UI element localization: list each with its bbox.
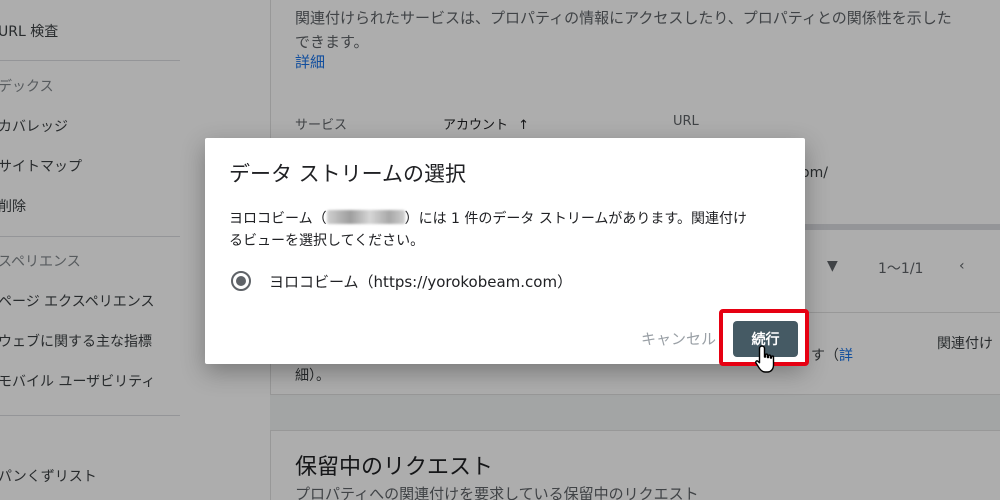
redacted-account-name (326, 210, 405, 224)
dialog-body-line-2: るビューを選択してください。 (229, 233, 425, 249)
data-stream-dialog: データ ストリームの選択 ヨロコビーム（ ）には 1 件のデータ ストリームがあり… (205, 138, 805, 364)
radio-selected-dot (236, 276, 246, 286)
radio-button[interactable] (231, 271, 251, 291)
dialog-body-suffix: ）には 1 件のデータ ストリームがあります。関連付け (404, 211, 748, 227)
dialog-title: データ ストリームの選択 (229, 162, 467, 186)
stream-option-label[interactable]: ヨロコビーム（https://yorokobeam.com） (269, 271, 572, 292)
dialog-body-prefix: ヨロコビーム（ (229, 211, 327, 227)
stream-option[interactable]: ヨロコビーム（https://yorokobeam.com） (231, 268, 572, 294)
hand-pointer-icon (755, 345, 775, 373)
cancel-button[interactable]: キャンセル (641, 328, 716, 349)
dialog-body: ヨロコビーム（ ）には 1 件のデータ ストリームがあります。関連付け るビューを… (229, 208, 789, 252)
